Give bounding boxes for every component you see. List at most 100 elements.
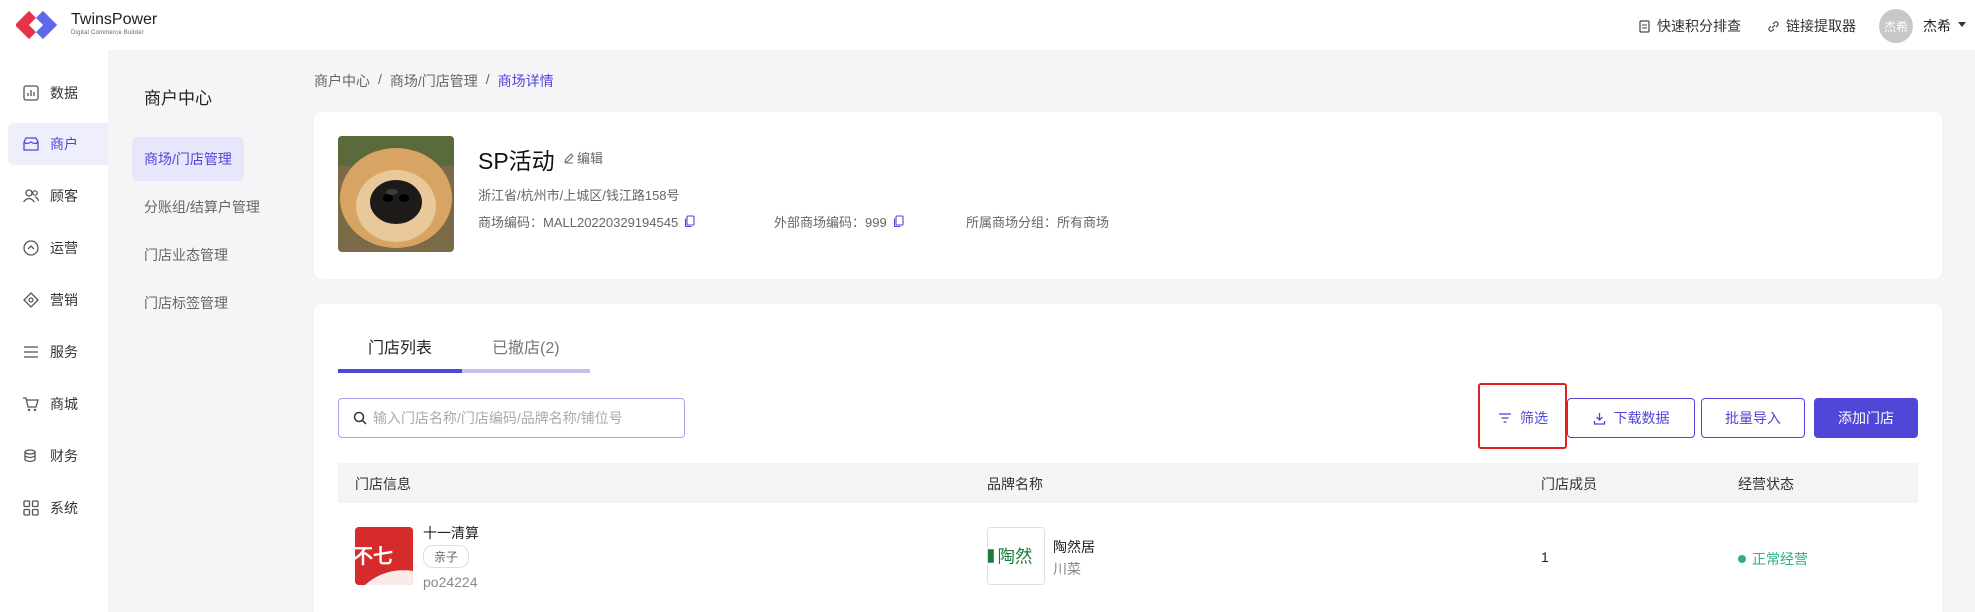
filter-button[interactable]: 筛选: [1484, 398, 1562, 438]
store-logo: 不七: [355, 527, 413, 585]
nav-item-data[interactable]: 数据: [8, 72, 108, 114]
mall-group: 所属商场分组：所有商场: [966, 212, 1109, 231]
download-label: 下载数据: [1613, 410, 1670, 426]
nav-item-mall[interactable]: 商城: [8, 383, 108, 425]
brand-name: 陶然居: [1053, 539, 1095, 555]
nav-label: 商户: [50, 136, 78, 152]
top-bar: TwinsPower Digital Commerce Builder 快速积分…: [0, 0, 1975, 50]
mall-name: SP活动: [478, 148, 555, 174]
breadcrumb-separator: /: [378, 71, 382, 87]
search-input[interactable]: [373, 410, 673, 426]
nav-label: 系统: [50, 500, 78, 516]
filter-label: 筛选: [1520, 410, 1548, 426]
download-data-button[interactable]: 下载数据: [1567, 398, 1695, 438]
status-badge: 正常经营: [1738, 549, 1808, 569]
subnav-item-mall-store[interactable]: 商场/门店管理: [132, 137, 244, 181]
avatar[interactable]: 杰希: [1879, 9, 1913, 43]
sub-sidebar: 商户中心 商场/门店管理 分账组/结算户管理 门店业态管理 门店标签管理: [108, 50, 294, 612]
subnav-item-settlement[interactable]: 分账组/结算户管理: [132, 185, 272, 229]
tab-closed-stores[interactable]: 已撤店(2): [492, 334, 560, 374]
edit-mall-button[interactable]: 编辑: [563, 148, 603, 167]
tab-active-indicator: [338, 369, 462, 373]
subnav-title: 商户中心: [144, 89, 212, 108]
mall-info-card: SP活动 编辑 浙江省/杭州市/上城区/钱江路158号 商场编码：MALL202…: [314, 112, 1942, 279]
mall-group-text: 所属商场分组：所有商场: [966, 215, 1110, 230]
chevron-down-icon[interactable]: [1958, 22, 1966, 27]
nav-item-customers[interactable]: 顾客: [8, 175, 108, 217]
breadcrumb-separator: /: [485, 71, 490, 87]
brand-name: TwinsPower: [71, 11, 158, 28]
nav-label: 运营: [50, 240, 78, 256]
store-code: po24224: [423, 574, 478, 590]
finance-icon: [24, 449, 36, 463]
store-members: 1: [1541, 549, 1549, 565]
cart-icon: [23, 397, 39, 412]
service-icon: [24, 346, 38, 358]
edit-icon: [564, 152, 574, 163]
search-field[interactable]: [338, 398, 685, 438]
link-extractor-label: 链接提取器: [1786, 18, 1856, 34]
store-logo-text: 不七: [355, 544, 393, 568]
nav-item-service[interactable]: 服务: [8, 331, 108, 373]
tab-store-list[interactable]: 门店列表: [368, 334, 432, 374]
quick-points-check-label: 快速积分排查: [1657, 18, 1741, 34]
nav-label: 财务: [50, 448, 78, 464]
copy-icon[interactable]: [893, 215, 904, 228]
breadcrumb-current: 商场详情: [497, 73, 554, 89]
column-header: 门店信息: [355, 476, 411, 492]
nav-label: 顾客: [50, 188, 78, 204]
subnav-item-store-tags[interactable]: 门店标签管理: [132, 281, 240, 325]
breadcrumb-item[interactable]: 商场/门店管理: [390, 71, 478, 91]
brand-category: 川菜: [1053, 561, 1081, 577]
user-name[interactable]: 杰希: [1923, 16, 1951, 36]
breadcrumb: 商户中心 / 商场/门店管理 / 商场详情: [314, 71, 554, 91]
search-icon: [353, 411, 367, 425]
link-extractor-link[interactable]: 链接提取器: [1767, 16, 1856, 36]
store-tag: 亲子: [423, 545, 470, 568]
breadcrumb-item[interactable]: 商户中心: [314, 71, 370, 91]
marketing-icon: [23, 292, 39, 308]
external-mall-code: 外部商场编码：999: [774, 212, 904, 231]
mall-photo: [338, 136, 454, 252]
brand-logo: 陶然: [987, 527, 1045, 585]
column-header: 品牌名称: [987, 476, 1043, 492]
twinspower-logo[interactable]: [16, 8, 62, 42]
nav-label: 商城: [50, 396, 78, 412]
batch-import-button[interactable]: 批量导入: [1701, 398, 1805, 438]
nav-label: 营销: [50, 292, 78, 308]
nav-label: 服务: [50, 344, 78, 360]
column-header: 经营状态: [1738, 476, 1794, 492]
nav-item-finance[interactable]: 财务: [8, 435, 108, 477]
table-header: 门店信息 品牌名称 门店成员 经营状态: [338, 463, 1918, 503]
main-sidebar: 数据 商户 顾客 运营 营销 服务 商城 财务 系统: [0, 50, 108, 612]
table-row[interactable]: 不七 十一清算 亲子 po24224 陶然 陶然居 川菜 1 正常经营: [338, 503, 1918, 612]
grid-icon: [23, 500, 39, 516]
quick-points-check-link[interactable]: 快速积分排查: [1638, 16, 1741, 36]
chart-icon: [23, 85, 39, 101]
status-text: 正常经营: [1752, 551, 1808, 567]
filter-icon: [1499, 413, 1511, 423]
store-name: 十一清算: [423, 525, 479, 541]
external-mall-code-text: 外部商场编码：999: [774, 215, 887, 230]
nav-label: 数据: [50, 85, 78, 101]
mall-address: 浙江省/杭州市/上城区/钱江路158号: [478, 188, 680, 203]
nav-item-merchant[interactable]: 商户: [8, 123, 108, 165]
edit-label: 编辑: [577, 151, 604, 166]
subnav-item-business-type[interactable]: 门店业态管理: [132, 233, 240, 277]
copy-icon[interactable]: [684, 215, 695, 228]
add-store-button[interactable]: 添加门店: [1814, 398, 1918, 438]
nav-item-system[interactable]: 系统: [8, 487, 108, 529]
users-icon: [22, 189, 40, 203]
operation-icon: [23, 240, 39, 256]
tab-inactive-indicator: [462, 369, 590, 373]
mall-code-text: 商场编码：MALL20220329194545: [478, 215, 679, 230]
store-icon: [23, 137, 39, 151]
brand-logo-text: 陶然: [998, 548, 1033, 568]
mall-code: 商场编码：MALL20220329194545: [478, 212, 695, 231]
download-icon: [1593, 412, 1605, 425]
nav-item-marketing[interactable]: 营销: [8, 279, 108, 321]
store-list-card: 门店列表 已撤店(2) 筛选 下载数据 批量导入 添加门店 门店信息 品牌名称 …: [314, 304, 1942, 612]
link-icon: [1768, 20, 1779, 32]
nav-item-operations[interactable]: 运营: [8, 227, 108, 269]
brand-subtitle: Digital Commerce Builder: [71, 30, 144, 36]
